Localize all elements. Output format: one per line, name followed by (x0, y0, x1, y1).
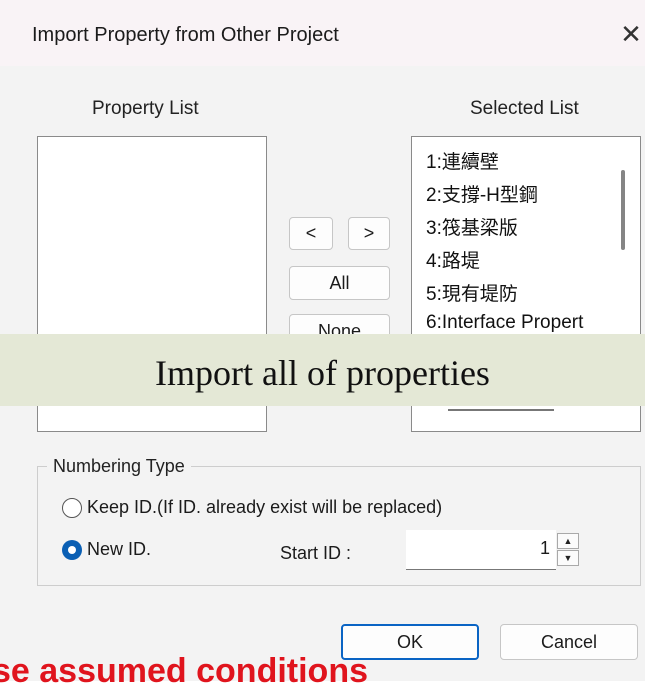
list-item[interactable]: 1:連續壁 (426, 147, 499, 174)
spin-up-icon[interactable]: ▲ (557, 533, 579, 549)
dialog-title: Import Property from Other Project (32, 24, 339, 46)
title-bar: Import Property from Other Project ✕ (0, 0, 645, 66)
list-item[interactable]: 4:路堤 (426, 246, 480, 273)
start-id-input[interactable]: 1 (406, 530, 556, 570)
start-id-label: Start ID : (280, 543, 352, 563)
property-list-header: Property List (92, 98, 199, 119)
spin-down-icon[interactable]: ▼ (557, 550, 579, 566)
keep-id-label[interactable]: Keep ID.(If ID. already exist will be re… (87, 497, 442, 518)
keep-id-radio[interactable] (62, 498, 82, 518)
new-id-label[interactable]: New ID. (87, 539, 151, 560)
cancel-button[interactable]: Cancel (500, 624, 638, 660)
numbering-type-label: Numbering Type (47, 456, 191, 477)
selected-list-header: Selected List (470, 98, 579, 119)
list-item[interactable]: 2:支撐-H型鋼 (426, 180, 538, 207)
import-property-dialog: Import Property from Other Project ✕ Pro… (0, 0, 645, 690)
new-id-radio[interactable] (62, 540, 82, 560)
annotation-text: Import all of properties (155, 353, 490, 393)
list-item[interactable]: 6:Interface Propert (426, 312, 583, 334)
move-right-button[interactable]: > (348, 217, 390, 250)
hscroll-thumb[interactable] (448, 409, 554, 411)
close-icon[interactable]: ✕ (617, 18, 645, 50)
all-button[interactable]: All (289, 266, 390, 300)
vscroll-thumb[interactable] (621, 170, 625, 250)
move-left-button[interactable]: < (289, 217, 333, 250)
list-item[interactable]: 5:現有堤防 (426, 279, 518, 306)
list-item[interactable]: 3:筏基梁版 (426, 213, 518, 240)
start-id-value: 1 (539, 538, 550, 558)
footer-caption: se assumed conditions (0, 652, 368, 690)
